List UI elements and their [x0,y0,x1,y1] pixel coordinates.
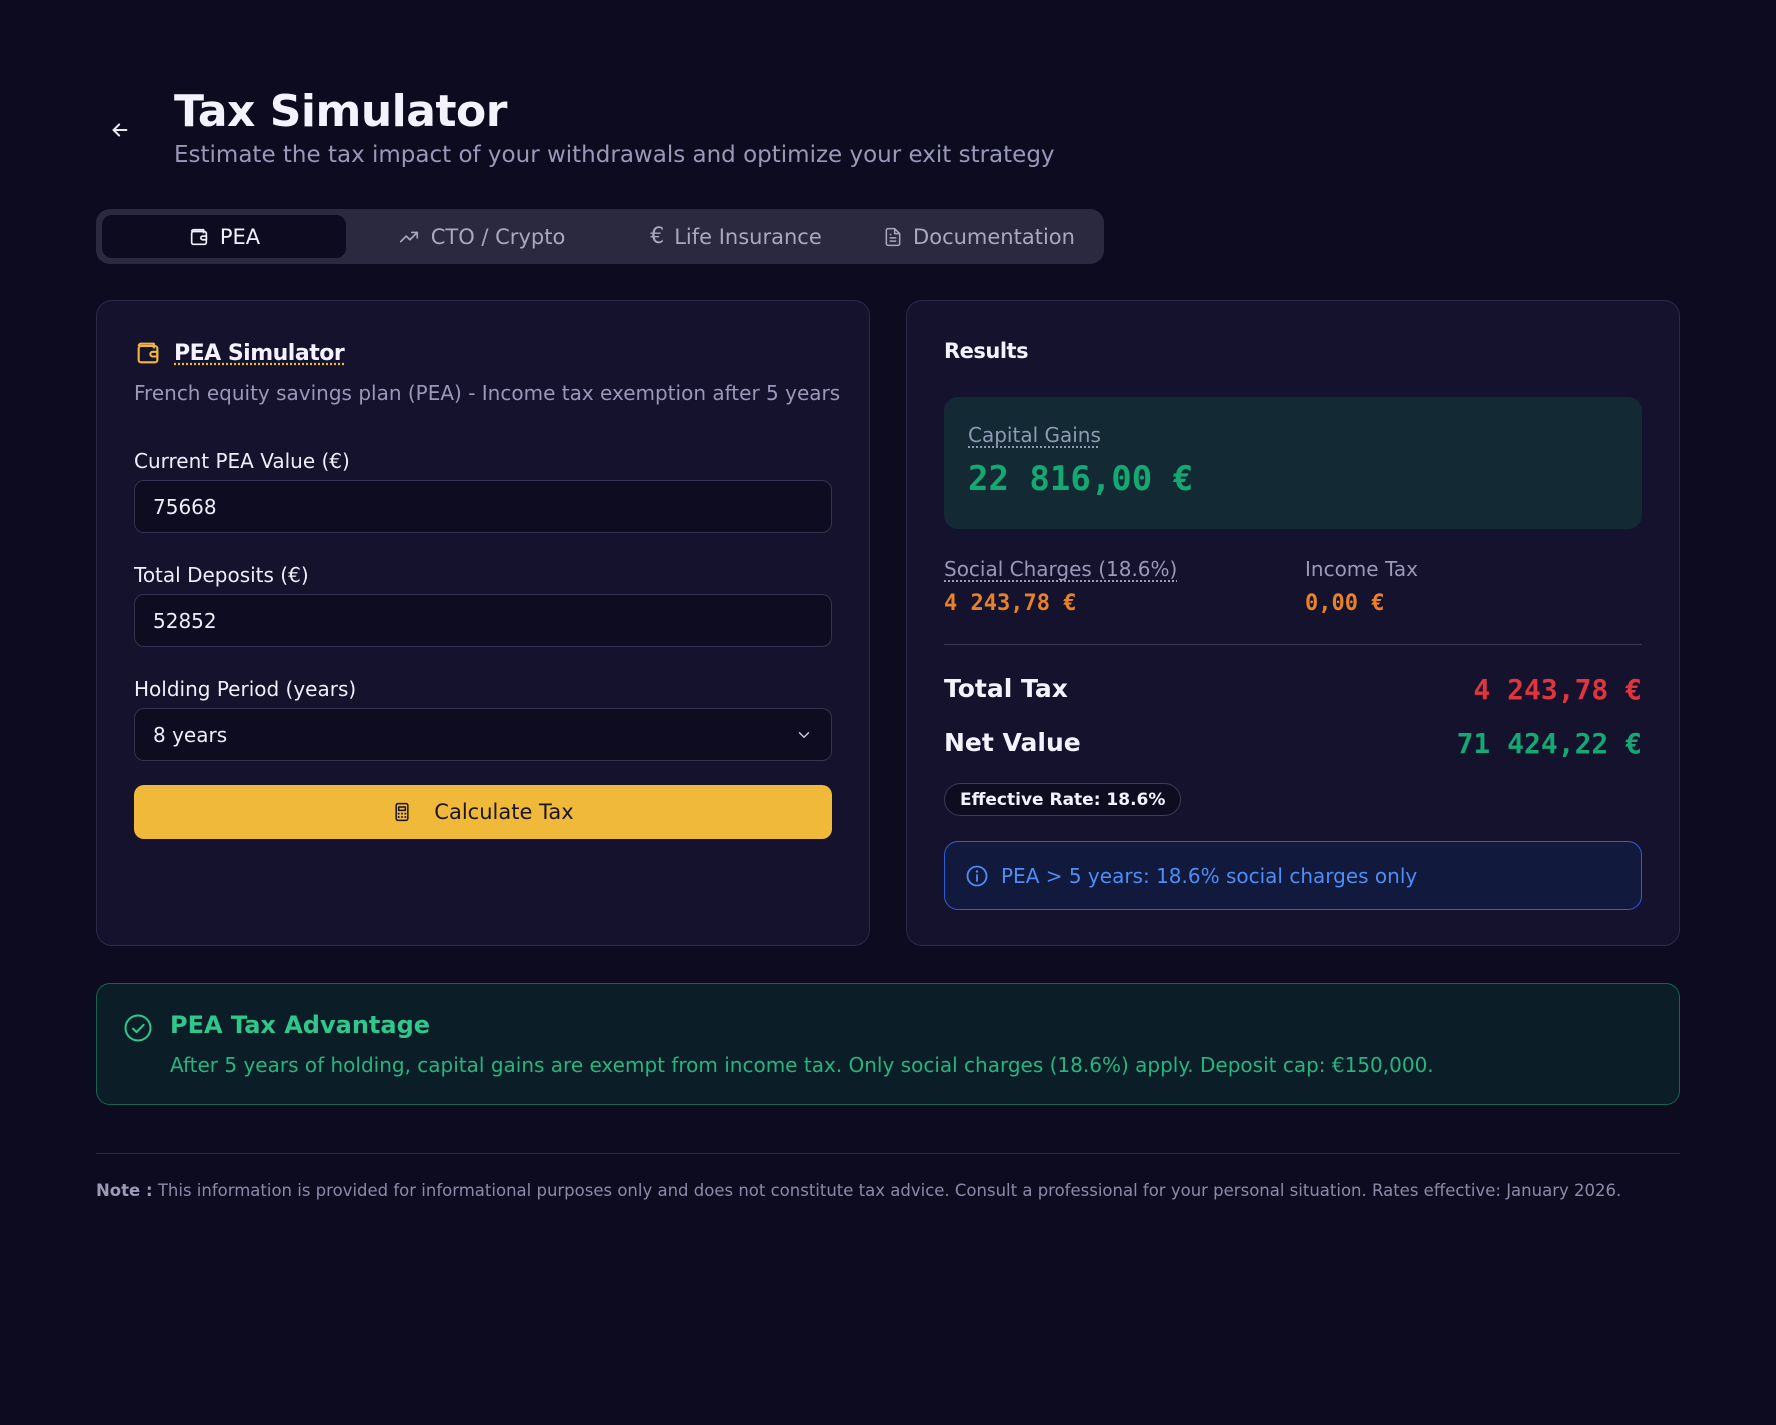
total-tax-value: 4 243,78 € [1473,673,1642,706]
info-text: PEA > 5 years: 18.6% social charges only [1001,863,1418,888]
income-tax-value: 0,00 € [1305,591,1385,616]
results-card: Results Capital Gains 22 816,00 € Social… [906,300,1680,946]
tab-cto-crypto[interactable]: CTO / Crypto [386,215,576,258]
results-divider [944,644,1642,645]
calculate-tax-button[interactable]: Calculate Tax [134,785,832,839]
wallet-icon [190,228,208,245]
tab-docs-label: Documentation [913,224,1075,249]
advantage-text: After 5 years of holding, capital gains … [170,1053,1434,1077]
back-button[interactable] [108,118,132,142]
tab-bar: PEA CTO / Crypto € Life Insurance Docume… [96,209,1104,264]
wallet-icon [137,342,159,364]
net-value-label: Net Value [944,728,1081,757]
simulator-description: French equity savings plan (PEA) - Incom… [134,381,841,405]
total-tax-label: Total Tax [944,674,1068,703]
advantage-title: PEA Tax Advantage [170,1011,431,1039]
effective-rate-badge: Effective Rate: 18.6% [944,783,1182,816]
holding-period-value: 8 years [153,722,228,747]
arrow-left-icon [112,123,128,137]
social-charges-label: Social Charges (18.6%) [944,557,1178,581]
check-circle-icon [124,1014,152,1042]
calculate-tax-label: Calculate Tax [434,800,574,824]
page-title: Tax Simulator [174,86,507,137]
simulator-title: PEA Simulator [174,340,345,366]
holding-period-label: Holding Period (years) [134,677,357,701]
page-subtitle: Estimate the tax impact of your withdraw… [174,142,1055,168]
euro-icon: € [650,224,665,249]
tab-pea-label: PEA [219,224,261,249]
net-value-value: 71 424,22 € [1456,727,1642,760]
tab-cto-label: CTO / Crypto [430,224,566,249]
pea-simulator-card: PEA Simulator French equity savings plan… [96,300,870,946]
tab-life-insurance[interactable]: € Life Insurance [636,215,836,258]
page-header: Tax Simulator Estimate the tax impact of… [96,86,1296,176]
document-icon [885,227,901,246]
capital-gains-box: Capital Gains 22 816,00 € [944,397,1642,529]
tab-pea[interactable]: PEA [102,215,346,258]
note-text: This information is provided for informa… [152,1181,1622,1200]
deposits-input[interactable] [134,594,832,647]
note-label: Note : [96,1181,153,1200]
chevron-down-icon [798,731,810,738]
holding-period-select[interactable]: 8 years [134,708,832,761]
calculator-icon [395,802,409,822]
income-tax-label: Income Tax [1305,557,1418,581]
info-icon [966,865,988,886]
tab-documentation[interactable]: Documentation [872,215,1086,258]
info-banner: PEA > 5 years: 18.6% social charges only [944,841,1642,910]
trending-up-icon [399,231,418,242]
results-title: Results [944,339,1029,363]
tab-life-label: Life Insurance [674,224,822,249]
simulator-heading: PEA Simulator [134,339,345,367]
tax-advantage-banner: PEA Tax Advantage After 5 years of holdi… [96,983,1680,1105]
capital-gains-label: Capital Gains [968,423,1101,447]
deposits-label: Total Deposits (€) [134,563,309,587]
footer-note: Note : This information is provided for … [96,1181,1621,1200]
current-value-input[interactable] [134,480,832,533]
footer-divider [96,1153,1680,1154]
social-charges-value: 4 243,78 € [944,591,1077,616]
capital-gains-value: 22 816,00 € [968,459,1194,499]
current-value-label: Current PEA Value (€) [134,449,350,473]
